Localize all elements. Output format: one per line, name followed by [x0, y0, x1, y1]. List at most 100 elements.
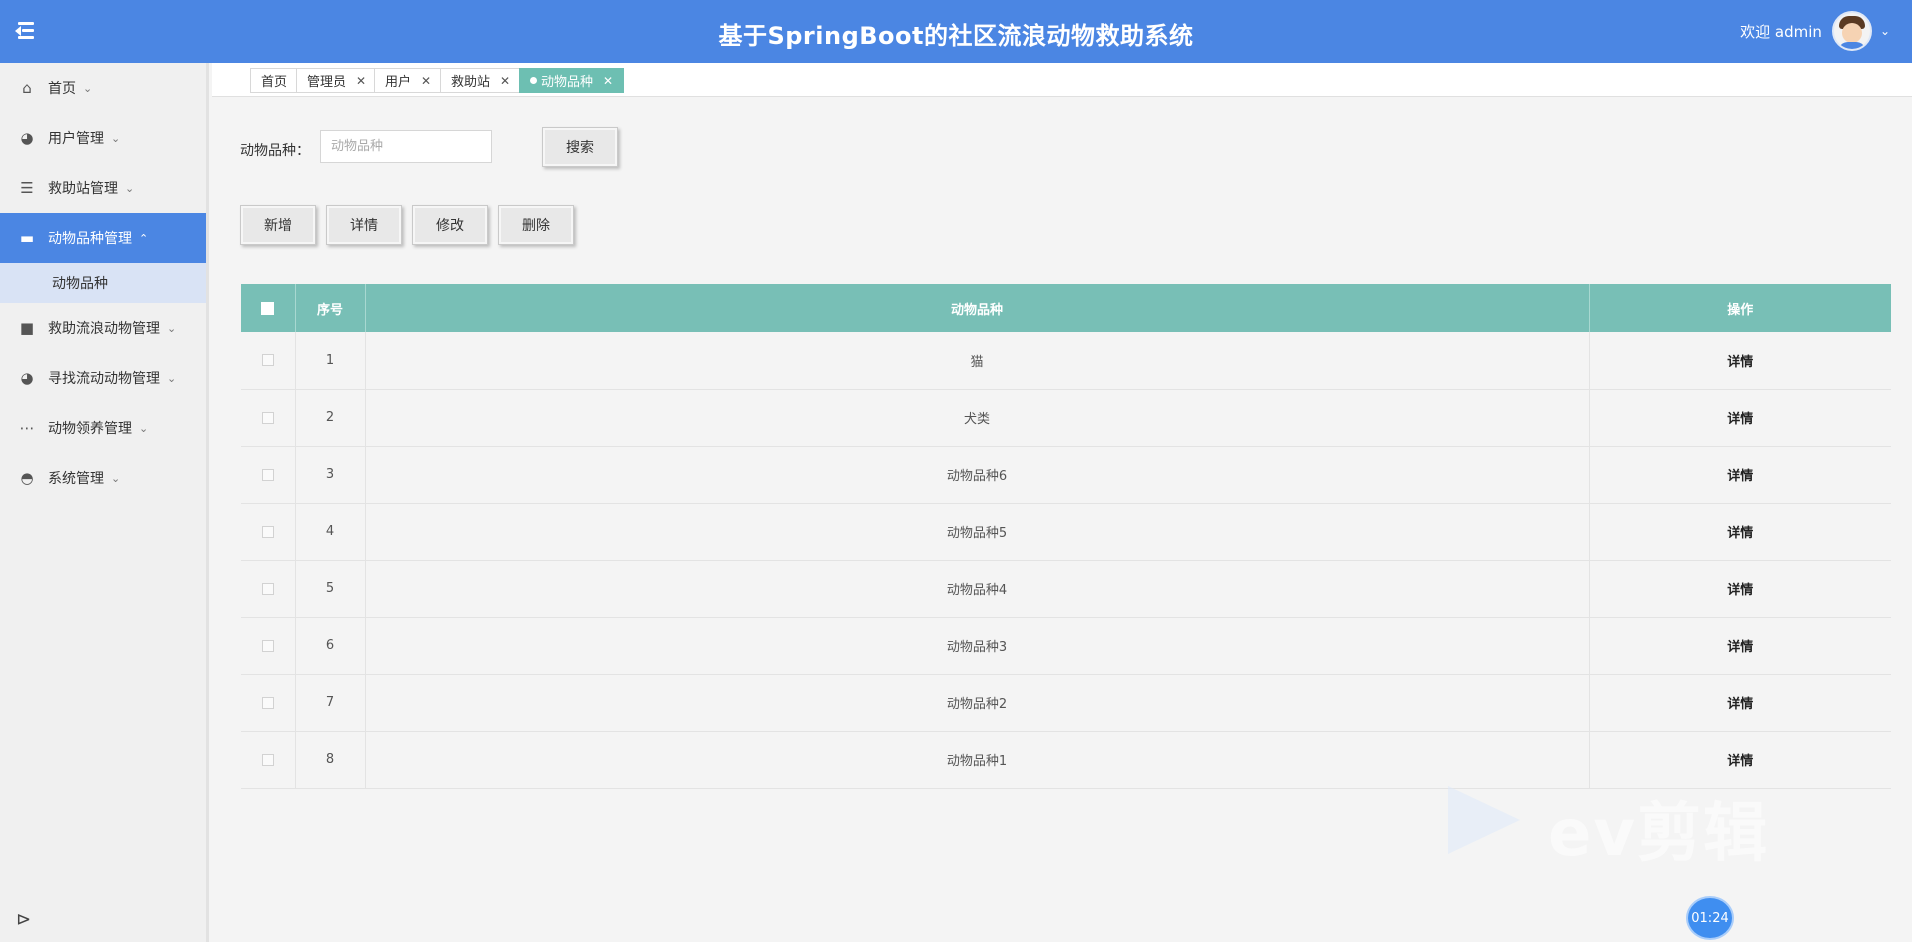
table-row[interactable]: 5 动物品种4 详情 [241, 560, 1891, 617]
chevron-down-icon[interactable]: ⌄ [1880, 24, 1890, 38]
sidebar: ⌂ 首页 ⌄ ◕ 用户管理 ⌄ ☰ 救助站管理 ⌄ ▬ 动物品种管理 ⌃ 动物品… [0, 63, 209, 942]
spy-icon: ◓ [20, 469, 34, 487]
sidebar-item-user-management[interactable]: ◕ 用户管理 ⌄ [0, 113, 206, 163]
row-select-cell [241, 674, 296, 731]
tab-label: 动物品种 [541, 75, 594, 90]
row-checkbox[interactable] [261, 354, 274, 367]
sidebar-item-home[interactable]: ⌂ 首页 ⌄ [0, 63, 206, 113]
row-checkbox[interactable] [261, 468, 274, 481]
sidebar-item-label: 系统管理 [48, 471, 104, 487]
sidebar-item-system-management[interactable]: ◓ 系统管理 ⌄ [0, 453, 206, 503]
close-icon[interactable]: ✕ [421, 74, 431, 88]
table-row[interactable]: 4 动物品种5 详情 [241, 503, 1891, 560]
row-action-cell: 详情 [1589, 389, 1891, 446]
row-detail-link[interactable]: 详情 [1727, 412, 1753, 427]
sidebar-subitem-breed[interactable]: 动物品种 [0, 263, 206, 303]
sidebar-item-label: 动物领养管理 [48, 421, 132, 437]
server-icon: ☰ [20, 179, 34, 197]
row-select-cell [241, 617, 296, 674]
row-action-cell: 详情 [1589, 446, 1891, 503]
row-detail-link[interactable]: 详情 [1727, 583, 1753, 598]
row-action-cell: 详情 [1589, 332, 1891, 389]
top-header: 基于SpringBoot的社区流浪动物救助系统 欢迎 admin ⌄ [0, 0, 1912, 63]
active-dot-icon [530, 77, 537, 84]
collapse-sidebar-icon[interactable]: ⊳ [16, 909, 31, 930]
app-title: 基于SpringBoot的社区流浪动物救助系统 [718, 22, 1194, 50]
chevron-down-icon: ⌄ [83, 81, 93, 95]
row-select-cell [241, 332, 296, 389]
tab-admin[interactable]: 管理员 ✕ [296, 68, 378, 93]
search-label: 动物品种： [240, 143, 310, 159]
select-all-checkbox[interactable] [261, 301, 275, 315]
close-icon[interactable]: ✕ [500, 74, 510, 88]
sidebar-item-search-management[interactable]: ◕ 寻找流动动物管理 ⌄ [0, 353, 206, 403]
table-row[interactable]: 1 猫 详情 [241, 332, 1891, 389]
delete-button[interactable]: 删除 [498, 205, 574, 245]
table-row[interactable]: 3 动物品种6 详情 [241, 446, 1891, 503]
column-header-breed: 动物品种 [365, 284, 1590, 332]
table-row[interactable]: 6 动物品种3 详情 [241, 617, 1891, 674]
briefcase-icon: ■ [19, 319, 35, 337]
tab-label: 首页 [261, 75, 288, 90]
row-select-cell [241, 389, 296, 446]
row-checkbox[interactable] [261, 639, 274, 652]
row-detail-link[interactable]: 详情 [1727, 526, 1753, 541]
row-breed: 动物品种6 [365, 446, 1590, 503]
row-action-cell: 详情 [1589, 560, 1891, 617]
chevron-down-icon: ⌄ [167, 371, 177, 385]
table-row[interactable]: 8 动物品种1 详情 [241, 731, 1891, 788]
chevron-up-icon: ⌃ [139, 231, 149, 245]
tab-label: 救助站 [451, 75, 491, 90]
row-number: 7 [295, 674, 366, 731]
search-input[interactable] [320, 130, 492, 163]
row-detail-link[interactable]: 详情 [1727, 469, 1753, 484]
user-menu[interactable]: 欢迎 admin ⌄ [1740, 8, 1890, 54]
row-checkbox[interactable] [261, 411, 274, 424]
row-breed: 动物品种3 [365, 617, 1590, 674]
row-detail-link[interactable]: 详情 [1727, 754, 1753, 769]
tab-station[interactable]: 救助站 ✕ [440, 68, 522, 93]
gauge-icon: ◕ [20, 369, 34, 387]
row-number: 8 [295, 731, 366, 788]
row-checkbox[interactable] [261, 753, 274, 766]
data-table: 序号 动物品种 操作 1 猫详情 2 犬类 详情 3 动物品种6 详情 4 动物品种5 详情 5 动物品… [241, 284, 1891, 789]
row-number: 5 [295, 560, 366, 617]
sidebar-item-station-management[interactable]: ☰ 救助站管理 ⌄ [0, 163, 206, 213]
row-checkbox[interactable] [261, 582, 274, 595]
row-number: 6 [295, 617, 366, 674]
tab-user[interactable]: 用户 ✕ [374, 68, 443, 93]
row-checkbox[interactable] [261, 696, 274, 709]
sidebar-item-label: 救助站管理 [48, 181, 118, 197]
edit-button[interactable]: 修改 [412, 205, 488, 245]
column-header-no: 序号 [295, 284, 366, 332]
chevron-down-icon: ⌄ [139, 421, 149, 435]
table-header-row: 序号 动物品种 操作 [241, 284, 1891, 332]
sidebar-item-label: 救助流浪动物管理 [48, 321, 160, 337]
sidebar-item-label: 用户管理 [48, 131, 104, 147]
row-detail-link[interactable]: 详情 [1727, 697, 1753, 712]
row-select-cell [241, 446, 296, 503]
select-all-cell [241, 284, 296, 332]
sidebar-item-breed-management[interactable]: ▬ 动物品种管理 ⌃ [0, 213, 206, 263]
tab-label: 用户 [385, 75, 412, 90]
chevron-down-icon: ⌄ [111, 131, 121, 145]
sidebar-item-adoption-management[interactable]: ⋯ 动物领养管理 ⌄ [0, 403, 206, 453]
close-icon[interactable]: ✕ [356, 74, 366, 88]
close-icon[interactable]: ✕ [603, 74, 613, 88]
avatar[interactable] [1831, 11, 1872, 51]
table-row[interactable]: 2 犬类 详情 [241, 389, 1891, 446]
detail-button[interactable]: 详情 [326, 205, 402, 245]
sidebar-item-rescue-management[interactable]: ■ 救助流浪动物管理 ⌄ [0, 303, 206, 353]
watermark-logo: ev剪辑 [1448, 782, 1808, 871]
row-detail-link[interactable]: 详情 [1727, 640, 1753, 655]
search-button[interactable]: 搜索 [542, 127, 618, 167]
add-button[interactable]: 新增 [240, 205, 316, 245]
table-row[interactable]: 7 动物品种2 详情 [241, 674, 1891, 731]
sidebar-item-label: 首页 [48, 81, 76, 97]
row-select-cell [241, 560, 296, 617]
row-action-cell: 详情 [1589, 731, 1891, 788]
tab-home[interactable]: 首页 [250, 68, 299, 93]
row-detail-link[interactable]: 详情 [1727, 355, 1753, 370]
row-checkbox[interactable] [261, 525, 274, 538]
tab-breed[interactable]: 动物品种 ✕ [519, 68, 625, 93]
